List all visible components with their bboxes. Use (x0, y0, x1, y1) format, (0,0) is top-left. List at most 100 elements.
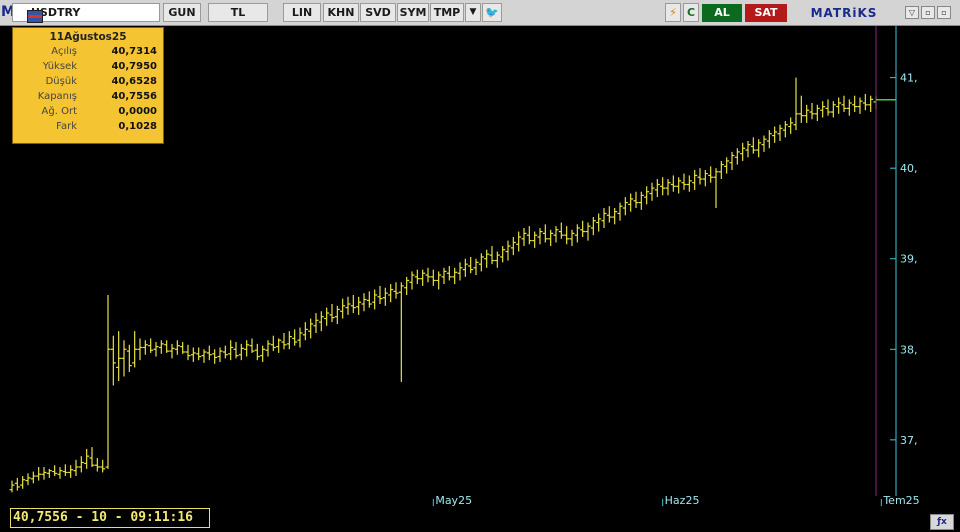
ohlc-bar (809, 102, 815, 120)
ohlc-bar (201, 349, 207, 363)
ohlc-bar (585, 222, 591, 241)
ohlc-bar (862, 93, 868, 111)
fx-icon[interactable]: ƒx (930, 514, 954, 530)
ohlc-bar (857, 97, 863, 114)
ohlc-bar (494, 251, 500, 268)
y-tick-label: 37, (900, 434, 918, 447)
ohlc-bar (68, 465, 74, 478)
toolbar: M USDTRY GUN TL LIN KHN SVD SYM TMP ▼ 🐦 … (0, 0, 960, 26)
linear-scale-button[interactable]: LIN (283, 3, 321, 22)
ohlc-bar (430, 269, 436, 286)
currency-button[interactable]: TL (208, 3, 268, 22)
ohlc-bar (382, 287, 388, 306)
ohlc-bar (452, 267, 458, 285)
dropdown-icon[interactable]: ▽ (905, 6, 919, 19)
ohlc-bar (718, 160, 724, 180)
ohlc-bar (14, 477, 20, 491)
dropdown-arrow-icon[interactable]: ▼ (465, 3, 481, 22)
ohlc-bar (398, 282, 404, 382)
ohlc-bar (196, 347, 202, 361)
tmp-button[interactable]: TMP (430, 3, 464, 22)
buy-button[interactable]: AL (702, 4, 742, 22)
lightning-icon[interactable]: ⚡ (665, 3, 681, 22)
ohlc-bar (617, 202, 623, 221)
ohlc-bar (756, 139, 762, 158)
ohlc-bar (548, 229, 554, 247)
ohlc-bar (414, 269, 420, 285)
ohlc-bar (366, 291, 372, 308)
ohlc-bar (276, 338, 282, 353)
ohlc-bar (180, 342, 186, 354)
y-tick-label: 38, (900, 343, 918, 356)
ohlc-bar (628, 193, 634, 212)
ohlc-bar (52, 465, 58, 477)
sym-button[interactable]: SYM (397, 3, 429, 22)
ohlc-bar (489, 246, 495, 265)
ohlc-bar (46, 468, 52, 478)
ohlc-bar (526, 226, 532, 245)
ohlc-bar (596, 213, 602, 232)
svd-button[interactable]: SVD (360, 3, 396, 22)
ohlc-bar (25, 473, 31, 486)
ohlc-bar (761, 135, 767, 152)
ohlc-bar (185, 344, 191, 361)
info-row: Yüksek 40,7950 (42, 61, 157, 72)
ohlc-bar (377, 285, 383, 305)
y-axis-ticks: 37, 38, 39, 40, 41, (890, 72, 918, 447)
ohlc-bar (478, 253, 484, 272)
ohlc-bar (132, 331, 138, 368)
period-button[interactable]: GUN (163, 3, 201, 22)
ohlc-bar (222, 345, 228, 359)
ohlc-bar (350, 294, 356, 314)
ohlc-bar (814, 104, 820, 122)
ohlc-bar (558, 222, 564, 239)
ohlc-bar (606, 206, 612, 223)
ohlc-bar (686, 175, 692, 192)
ohlc-bar (318, 311, 324, 332)
ohlc-bar (750, 137, 756, 154)
khn-button[interactable]: KHN (323, 3, 359, 22)
y-tick-label: 40, (900, 162, 918, 175)
ohlc-bar (20, 476, 26, 489)
info-row: Fark 0,1028 (56, 121, 157, 132)
ohlc-bar (665, 179, 671, 196)
ohlc-bar (516, 231, 522, 252)
ohlc-bar (788, 117, 794, 134)
ohlc-bar (846, 99, 852, 116)
ohlc-bar (436, 271, 442, 290)
ohlc-bar (9, 480, 15, 493)
ohlc-bar (638, 191, 644, 210)
ohlc-bar (868, 95, 874, 113)
ohlc-bar (830, 101, 836, 118)
ohlc-bar (660, 177, 666, 196)
ohlc-bar (633, 191, 639, 209)
ohlc-bar (84, 448, 90, 469)
minimize-icon[interactable]: ▫ (921, 6, 935, 19)
ohlc-bar (425, 267, 431, 283)
ohlc-bar (724, 157, 730, 174)
ohlc-bar (441, 267, 447, 285)
ohlc-bar (62, 464, 68, 477)
ohlc-bar (308, 318, 314, 339)
ohlc-bar (116, 331, 122, 381)
ohlc-bar (206, 345, 212, 361)
ohlc-bar (505, 240, 511, 261)
ohlc-bar (697, 168, 703, 185)
ohlc-bar (734, 148, 740, 165)
ohlc-bar (393, 282, 399, 299)
info-row: Ağ. Ort 0,0000 (41, 106, 157, 117)
ohlc-bar (468, 256, 474, 274)
c-button[interactable]: C (683, 3, 699, 22)
ohlc-bar (78, 456, 84, 473)
ohlc-bar (772, 126, 778, 143)
sell-button[interactable]: SAT (745, 4, 787, 22)
close-icon[interactable]: ▫ (937, 6, 951, 19)
ohlc-bar (110, 335, 116, 386)
ohlc-bar (190, 347, 196, 362)
twitter-icon[interactable]: 🐦 (482, 3, 502, 22)
flag-icon (27, 10, 43, 23)
ohlc-bar (852, 95, 858, 113)
symbol-input[interactable]: USDTRY (12, 3, 160, 23)
ohlc-bar (302, 322, 308, 341)
ohlc-bar (281, 332, 287, 350)
